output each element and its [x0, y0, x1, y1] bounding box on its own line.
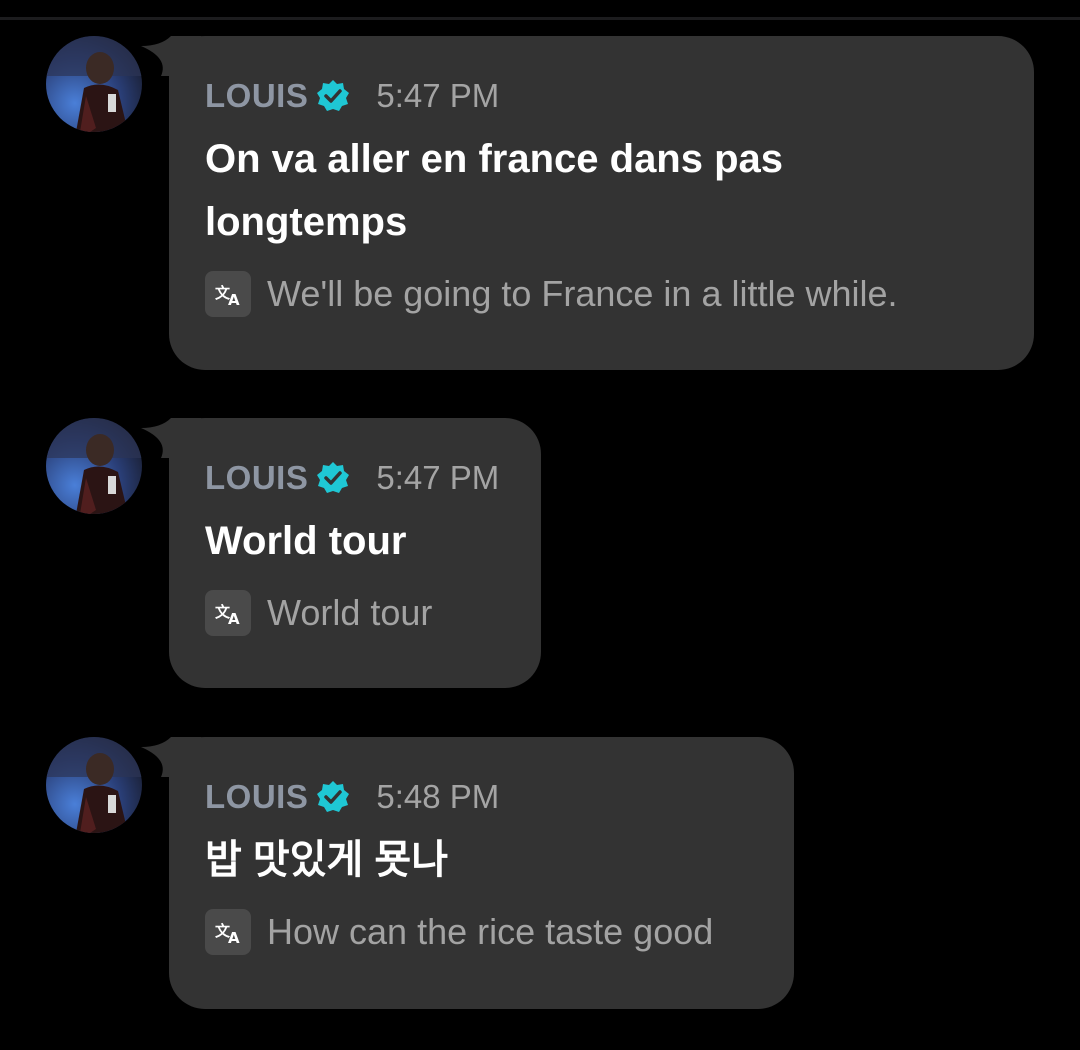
sender-name[interactable]: LOUIS	[205, 77, 308, 115]
bubble-tail	[141, 36, 201, 76]
translation-row: 文 A How can the rice taste good	[205, 908, 758, 956]
translate-icon[interactable]: 文 A	[205, 909, 251, 955]
message-bubble[interactable]: LOUIS 5:47 PM World tour 文 A World tour	[141, 418, 541, 688]
bubble-tail	[141, 418, 201, 458]
chat-message: LOUIS 5:47 PM On va aller en france dans…	[0, 36, 1080, 370]
svg-text:A: A	[228, 610, 240, 628]
message-bubble[interactable]: LOUIS 5:47 PM On va aller en france dans…	[141, 36, 1034, 370]
translation-text: How can the rice taste good	[267, 911, 714, 952]
message-text: World tour	[205, 519, 407, 563]
message-text: On va aller en france dans pas longtemps	[205, 137, 784, 244]
svg-text:A: A	[228, 291, 240, 309]
verified-badge-icon	[317, 781, 350, 812]
translation-row: 文 A World tour	[205, 589, 505, 637]
verified-badge-icon	[317, 462, 350, 493]
chat-message: LOUIS 5:48 PM 밥 맛있게 묫나 文 A How can the r…	[0, 737, 1080, 1009]
sender-name[interactable]: LOUIS	[205, 459, 308, 497]
avatar[interactable]	[46, 418, 142, 514]
avatar[interactable]	[46, 36, 142, 132]
message-text: 밥 맛있게 묫나	[205, 838, 449, 882]
timestamp: 5:48 PM	[376, 778, 500, 815]
sender-name[interactable]: LOUIS	[205, 778, 308, 816]
top-divider	[0, 17, 1080, 20]
message-bubble[interactable]: LOUIS 5:48 PM 밥 맛있게 묫나 文 A How can the r…	[141, 737, 794, 1009]
translate-icon[interactable]: 文 A	[205, 271, 251, 317]
translation-row: 文 A We'll be going to France in a little…	[205, 270, 998, 318]
message-header: LOUIS 5:47 PM	[205, 456, 505, 500]
bubble-tail	[141, 737, 201, 777]
message-header: LOUIS 5:48 PM	[205, 775, 758, 819]
chat-message: LOUIS 5:47 PM World tour 文 A World tour	[0, 418, 1080, 688]
timestamp: 5:47 PM	[376, 77, 500, 114]
translation-text: We'll be going to France in a little whi…	[267, 273, 898, 314]
verified-badge-icon	[317, 80, 350, 111]
translation-text: World tour	[267, 592, 433, 633]
avatar[interactable]	[46, 737, 142, 833]
svg-text:A: A	[228, 929, 240, 947]
timestamp: 5:47 PM	[376, 459, 500, 496]
translate-icon[interactable]: 文 A	[205, 590, 251, 636]
message-header: LOUIS 5:47 PM	[205, 74, 998, 118]
